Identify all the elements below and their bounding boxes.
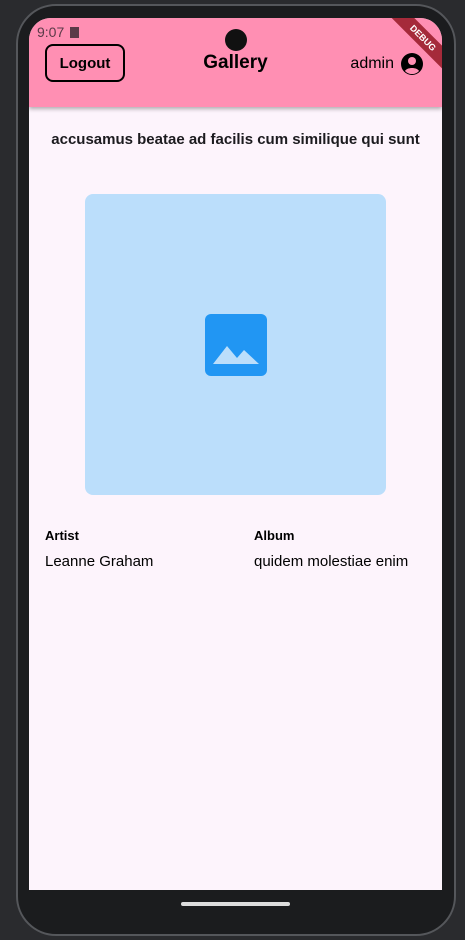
album-label: Album — [254, 528, 295, 543]
user-menu[interactable]: admin — [350, 52, 424, 76]
photo-title: accusamus beatae ad facilis cum similiqu… — [51, 131, 420, 148]
gesture-nav-bar[interactable] — [181, 902, 290, 906]
sd-card-icon — [70, 27, 80, 38]
image-icon — [204, 313, 267, 376]
photo-placeholder — [85, 194, 386, 495]
username: admin — [350, 55, 394, 72]
status-bar: 9:07 — [37, 24, 80, 40]
status-time: 9:07 — [37, 24, 65, 40]
album-value: quidem molestiae enim — [254, 553, 409, 570]
artist-label: Artist — [45, 528, 79, 543]
artist-value: Leanne Graham — [45, 553, 154, 570]
app-bar: 9:07 Logout Gallery admin DEBUG — [29, 18, 442, 107]
screen: 9:07 Logout Gallery admin DEBUG accusamu… — [29, 18, 442, 890]
camera-cutout — [225, 29, 247, 51]
account-circle-icon — [401, 53, 423, 75]
